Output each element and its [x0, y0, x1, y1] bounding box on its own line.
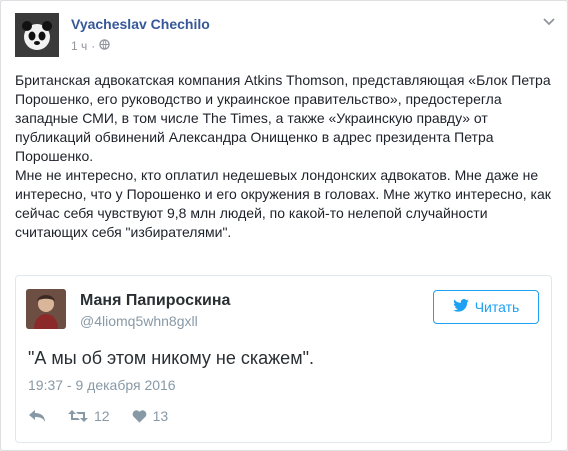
post-paragraph: Британская адвокатская компания Atkins T… [15, 72, 551, 164]
reply-button[interactable] [28, 409, 46, 423]
post-body: Британская адвокатская компания Atkins T… [15, 71, 555, 242]
retweet-button[interactable]: 12 [68, 408, 110, 424]
tweet-actions: 12 13 [28, 408, 190, 424]
like-button[interactable]: 13 [132, 408, 169, 424]
post-meta: 1 ч · [71, 39, 110, 53]
tweet-avatar[interactable] [26, 289, 66, 329]
retweet-icon [68, 409, 88, 423]
follow-label: Читать [474, 299, 520, 315]
follow-button[interactable]: Читать [433, 290, 539, 324]
post-paragraph: Мне не интересно, кто оплатил недешевых … [15, 167, 551, 240]
tweet-date[interactable]: 19:37 - 9 декабря 2016 [28, 377, 176, 393]
like-count: 13 [152, 408, 169, 424]
author-name[interactable]: Vyacheslav Chechilo [71, 16, 210, 32]
embedded-tweet[interactable]: Маня Папироскина @4liomq5whn8gxll Читать… [15, 275, 552, 443]
reply-icon [28, 409, 46, 423]
tweet-author-name[interactable]: Маня Папироскина [80, 292, 230, 310]
post-header: Vyacheslav Chechilo 1 ч · [15, 13, 555, 59]
heart-icon [132, 409, 147, 423]
twitter-bird-icon [452, 299, 469, 315]
author-avatar[interactable] [15, 13, 59, 57]
tweet-author-handle[interactable]: @4liomq5whn8gxll [80, 313, 198, 329]
post-time[interactable]: 1 ч [71, 39, 87, 53]
chevron-down-icon[interactable] [543, 15, 555, 29]
globe-icon [99, 39, 110, 53]
facebook-post-card: Vyacheslav Chechilo 1 ч · Британская адв… [0, 0, 568, 451]
meta-separator: · [91, 39, 96, 53]
retweet-count: 12 [94, 408, 110, 424]
tweet-text: "А мы об этом никому не скажем". [28, 348, 314, 368]
